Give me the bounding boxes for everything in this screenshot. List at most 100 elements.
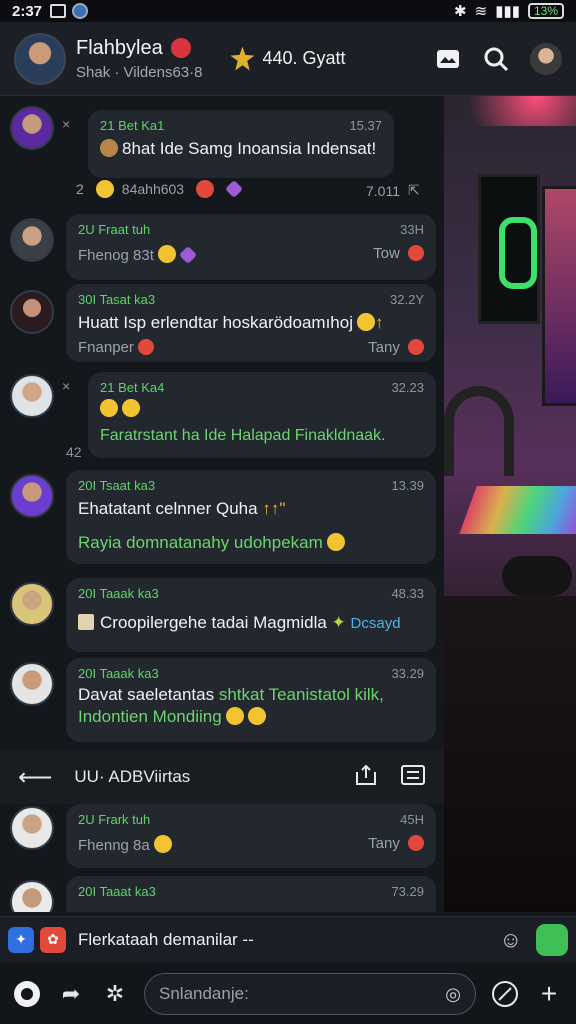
- profile-avatar[interactable]: [530, 42, 562, 75]
- heart-eyes-emoji-icon: [196, 180, 215, 198]
- message-bubble[interactable]: 20I Taaak ka3 33.29 Davat saeletantas sht…: [66, 658, 436, 742]
- avatar[interactable]: [10, 106, 54, 150]
- app-icon: [72, 3, 89, 19]
- avatar[interactable]: [10, 880, 54, 912]
- message-text-2: Rayia domnatanahy udohpekam: [78, 533, 323, 552]
- thread-message-list[interactable]: 2U Frark tuh 45H Fhenng 8a Tany 20I Taaat …: [0, 804, 444, 912]
- reaction-time: 7.011: [366, 182, 400, 199]
- forward-icon[interactable]: ➦: [56, 979, 86, 1009]
- contact-titles[interactable]: Flahbylea Shak · Vildens63·8: [76, 37, 202, 81]
- list-item[interactable]: 20I Tsaat ka3 13.39 Ehatatant celnner Quh…: [0, 470, 444, 566]
- gallery-icon: [50, 4, 67, 18]
- message-sender: 2U Frark tuh: [78, 812, 151, 827]
- message-time: 48.33: [391, 586, 424, 601]
- share-icon[interactable]: ⇱: [408, 182, 420, 199]
- avatar[interactable]: [10, 374, 54, 418]
- thread-title: UU· ADBViirtas: [74, 767, 191, 786]
- reaction-line: 2 84ahh603: [76, 179, 244, 199]
- composer: ➦ ✲ ◎ +: [0, 964, 576, 1024]
- list-item[interactable]: × 42 21 Bet Ka4 32.23 Faratrstant ha Ide …: [0, 370, 444, 460]
- thread-bar: ⟵ UU· ADBViirtas: [0, 750, 444, 804]
- message-sender: 20I Taaat ka3: [78, 884, 156, 899]
- message-bubble[interactable]: 2U Fraat tuh 33H Fhenog 83t Tow: [66, 214, 436, 280]
- app-shortcut-icon[interactable]: ✦: [8, 926, 34, 953]
- message-text: Huatt Isp erlendtar hoskarödoamıhoj: [78, 313, 353, 332]
- attach-icon[interactable]: [490, 979, 520, 1009]
- message-bubble[interactable]: 20I Taaat ka3 73.29: [66, 876, 436, 912]
- avatar[interactable]: [10, 582, 54, 626]
- message-time: 32.23: [391, 380, 424, 395]
- plus-icon[interactable]: +: [534, 978, 564, 1009]
- list-item[interactable]: 2U Frark tuh 45H Fhenng 8a Tany: [0, 804, 444, 872]
- reaction-icon[interactable]: [408, 835, 424, 851]
- settings-icon[interactable]: ✲: [100, 979, 130, 1009]
- message-time: 73.29: [391, 884, 424, 899]
- reaction-icon[interactable]: [408, 245, 424, 261]
- plant-icon: ✦: [331, 613, 346, 632]
- sticker-icon[interactable]: ◎: [445, 984, 461, 1005]
- message-list[interactable]: × 21 Bet Ka1 15.37 8hat Ide Samg Inoansia…: [0, 96, 444, 750]
- image-icon: [78, 614, 94, 630]
- points-badge[interactable]: 440. Gyatt: [230, 46, 346, 71]
- avatar[interactable]: [10, 218, 54, 262]
- message-input-wrapper[interactable]: ◎: [144, 973, 476, 1015]
- action-button[interactable]: [536, 923, 568, 956]
- message-tag[interactable]: Dcsayd: [351, 615, 401, 632]
- back-arrow-icon[interactable]: ⟵: [18, 763, 52, 792]
- avatar[interactable]: [10, 806, 54, 850]
- contact-subtitle: Shak · Vildens63·8: [76, 63, 203, 81]
- message-bubble[interactable]: 21 Bet Ka4 32.23 Faratrstant ha Ide Halap…: [88, 372, 436, 458]
- message-time: 32.2Y: [390, 292, 424, 307]
- emoji-icon: [357, 313, 375, 331]
- message-text: Davat saeletantas: [78, 685, 215, 704]
- message-input[interactable]: [159, 984, 446, 1004]
- message-meta: Tany: [368, 835, 400, 852]
- message-bubble[interactable]: 20I Taaak ka3 48.33 Croopilergehe tadai M…: [66, 578, 436, 652]
- emoji-picker-icon[interactable]: ☺: [500, 927, 522, 953]
- message-time: 33.29: [391, 666, 424, 681]
- message-preview: Fhenng 8a: [78, 837, 150, 854]
- app-shortcut-icon[interactable]: ✿: [40, 926, 66, 953]
- reaction-label: 84ahh603: [121, 181, 185, 197]
- list-item[interactable]: 20I Taaat ka3 73.29: [0, 876, 444, 912]
- search-icon[interactable]: [482, 45, 510, 73]
- gaming-setup-photo[interactable]: [444, 96, 576, 912]
- chat-header: Flahbylea Shak · Vildens63·8 440. Gyatt: [0, 22, 576, 96]
- list-item[interactable]: 30I Tasat ka3 32.2Y Huatt Isp erlendtar h…: [0, 284, 444, 364]
- ruby-icon: [170, 38, 191, 58]
- message-bubble[interactable]: 2U Frark tuh 45H Fhenng 8a Tany: [66, 804, 436, 868]
- message-bubble[interactable]: 21 Bet Ka1 15.37 8hat Ide Samg Inoansia I…: [88, 110, 394, 178]
- reply-count-label: 42: [66, 444, 82, 460]
- message-preview: Fhenog 83t: [78, 247, 154, 264]
- list-item[interactable]: 2U Fraat tuh 33H Fhenog 83t Tow: [0, 214, 444, 284]
- list-item[interactable]: 20I Taaak ka3 33.29 Davat saeletantas sht…: [0, 658, 444, 746]
- list-icon[interactable]: [400, 764, 426, 791]
- contact-avatar[interactable]: [14, 32, 66, 85]
- notification-text: Flerkataah demanilar --: [78, 929, 254, 949]
- notification-bar[interactable]: ✦ ✿ Flerkataah demanilar -- ☺: [0, 916, 576, 962]
- message-bubble[interactable]: 30I Tasat ka3 32.2Y Huatt Isp erlendtar h…: [66, 284, 436, 362]
- share-icon[interactable]: [354, 764, 378, 791]
- gem-icon: [178, 245, 197, 265]
- wifi-icon: ≋: [474, 3, 488, 20]
- message-text: Croopilergehe tadai Magmidla: [100, 613, 327, 632]
- message-meta: Tow: [373, 245, 400, 262]
- avatar[interactable]: [10, 474, 54, 518]
- emoji-icon: [247, 707, 266, 725]
- reaction-icon[interactable]: [408, 339, 424, 355]
- fire-emoji-icon: [137, 339, 154, 355]
- close-icon[interactable]: ×: [62, 116, 70, 132]
- close-icon[interactable]: ×: [62, 378, 70, 394]
- emoji-icon: [100, 139, 118, 157]
- media-icon[interactable]: [434, 45, 462, 73]
- status-bar: 2:37 ✱ ≋ ▮▮▮ 13%: [0, 0, 576, 22]
- message-sender: 2U Fraat tuh: [78, 222, 151, 237]
- contact-name: Flahbylea: [76, 36, 163, 59]
- avatar[interactable]: [10, 662, 54, 706]
- list-item[interactable]: 20I Taaak ka3 48.33 Croopilergehe tadai M…: [0, 578, 444, 654]
- avatar[interactable]: [10, 290, 54, 334]
- list-item[interactable]: × 21 Bet Ka1 15.37 8hat Ide Samg Inoansia…: [0, 102, 444, 182]
- camera-icon[interactable]: [12, 979, 42, 1009]
- message-time: 13.39: [391, 478, 424, 493]
- message-bubble[interactable]: 20I Tsaat ka3 13.39 Ehatatant celnner Quh…: [66, 470, 436, 564]
